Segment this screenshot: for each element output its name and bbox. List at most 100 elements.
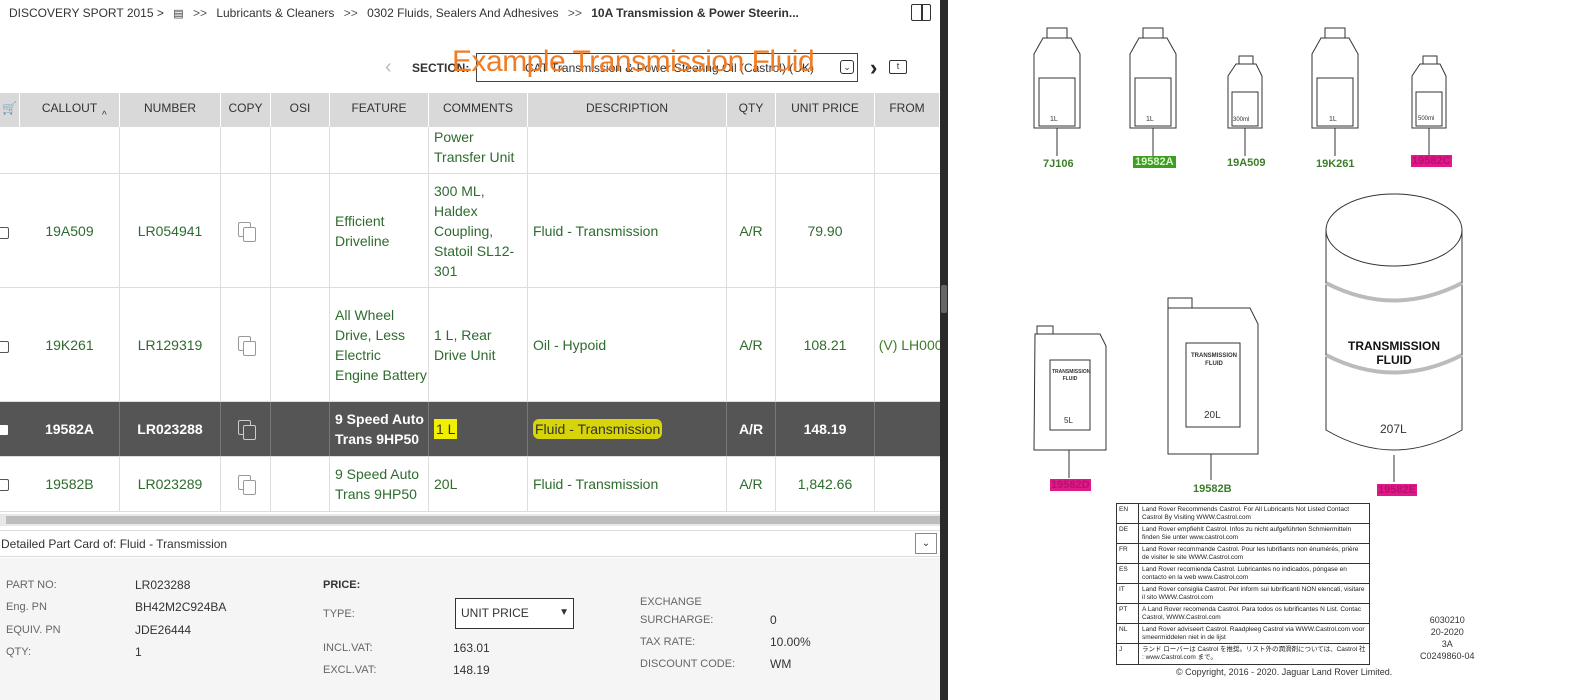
horizontal-scrollbar[interactable] <box>0 514 940 526</box>
table-row[interactable]: 19K261 LR129319 All Wheel Drive, Less El… <box>0 288 940 402</box>
cell-number[interactable]: LR023289 <box>120 457 221 511</box>
row-checkbox[interactable] <box>0 424 9 436</box>
cell-unit-price: 79.90 <box>776 174 875 287</box>
row-checkbox[interactable] <box>0 227 9 239</box>
breadcrumb-separator: >> <box>343 6 358 20</box>
splitter-handle[interactable] <box>941 285 947 313</box>
lang-text: Land Rover Recommends Castrol. For All L… <box>1142 506 1350 521</box>
breadcrumb: DISCOVERY SPORT 2015 > ▤ >> Lubricants &… <box>9 6 805 20</box>
cell-comments: 20L <box>429 457 528 511</box>
cell-callout[interactable]: 19582B <box>20 457 120 511</box>
copy-icon[interactable] <box>237 420 256 440</box>
prev-section-icon[interactable]: ‹ <box>385 56 392 79</box>
lang-text: A Land Rover recomenda Castrol. Para tod… <box>1142 606 1361 621</box>
qty-label: QTY: <box>6 646 32 658</box>
copy-icon[interactable] <box>237 335 256 356</box>
price-type-select[interactable]: UNIT PRICE ▼ <box>455 598 574 629</box>
bottle-label: 300ml <box>1233 117 1250 123</box>
bottle-label: 1L <box>1146 116 1154 123</box>
cell-number[interactable]: LR023288 <box>120 402 221 456</box>
lang-text: Land Rover empfiehlt Castrol. Infos zu n… <box>1142 526 1352 541</box>
next-section-icon[interactable]: › <box>870 55 877 81</box>
excl-vat-value: 148.19 <box>453 663 490 677</box>
cell-unit-price: 148.19 <box>776 402 875 456</box>
section-overlay-title: Example Transmission Fluid <box>452 45 815 78</box>
cell-comments: 1 L, Rear Drive Unit <box>429 288 528 401</box>
row-checkbox[interactable] <box>0 479 9 491</box>
row-checkbox[interactable] <box>0 341 9 353</box>
column-feature[interactable]: FEATURE <box>330 93 429 127</box>
lang-row: DE Land Rover empfiehlt Castrol. Infos zu… <box>1117 524 1369 544</box>
lang-text: Land Rover adviseert Castrol. Raadpleeg … <box>1142 626 1365 641</box>
breadcrumb-separator: >> <box>567 6 582 20</box>
table-row[interactable]: 19A509 LR054941 Efficient Driveline 300 … <box>0 174 940 288</box>
callout-19582b[interactable]: 19582B <box>1193 483 1232 495</box>
cell-callout[interactable]: 19K261 <box>20 288 120 401</box>
eng-pn-label: Eng. PN <box>6 601 47 613</box>
cell-callout[interactable]: 19A509 <box>20 174 120 287</box>
can-volume: 20L <box>1204 410 1221 421</box>
cell-number[interactable]: LR054941 <box>120 174 221 287</box>
cart-icon[interactable]: 🛒 <box>0 93 20 127</box>
column-osi[interactable]: OSI <box>271 93 330 127</box>
cell-description: Fluid - Transmission <box>528 174 727 287</box>
cell-number[interactable]: LR129319 <box>120 288 221 401</box>
cell-description: Fluid - Transmission <box>528 457 727 511</box>
breadcrumb-current: 10A Transmission & Power Steerin... <box>591 6 799 20</box>
folder-export-icon[interactable]: t <box>889 60 907 74</box>
document-icon[interactable]: ▤ <box>173 8 183 20</box>
chevron-down-icon[interactable]: ⌄ <box>915 533 937 554</box>
split-layout-icon[interactable] <box>911 4 931 21</box>
incl-vat-value: 163.01 <box>453 641 490 655</box>
surcharge-value: 0 <box>770 613 777 627</box>
copy-icon[interactable] <box>237 475 256 495</box>
type-label: TYPE: <box>323 608 355 620</box>
cell-unit-price: 1,842.66 <box>776 457 875 511</box>
breadcrumb-subgroup[interactable]: 0302 Fluids, Sealers And Adhesives <box>367 6 558 20</box>
column-qty[interactable]: QTY <box>727 93 776 127</box>
ref-line: 3A <box>1441 639 1453 649</box>
sort-ascending-icon[interactable]: ^ <box>102 110 107 121</box>
breadcrumb-group[interactable]: Lubricants & Cleaners <box>216 6 334 20</box>
incl-vat-label: INCL.VAT: <box>323 642 373 654</box>
bottle-label: 500ml <box>1418 116 1435 122</box>
breadcrumb-model[interactable]: DISCOVERY SPORT 2015 > <box>9 6 164 20</box>
cell-feature: All Wheel Drive, Less Electric Engine Ba… <box>330 288 429 401</box>
table-row[interactable]: Power Transfer Unit <box>0 127 940 174</box>
column-number[interactable]: NUMBER <box>120 93 221 127</box>
discount-code-label: DISCOUNT CODE: <box>640 658 736 670</box>
lang-code: J <box>1117 644 1139 664</box>
scrollbar-thumb[interactable] <box>6 516 940 524</box>
column-from[interactable]: FROM <box>875 93 940 127</box>
surcharge-label: SURCHARGE: <box>640 614 714 626</box>
callout-19582a[interactable]: 19582A <box>1133 156 1176 168</box>
equiv-pn-value: JDE26444 <box>135 623 192 637</box>
reference-codes: 6030210 20-2020 3A C0249860-04 <box>1420 614 1475 662</box>
column-unit-price[interactable]: UNIT PRICE <box>776 93 875 127</box>
callout-19582c[interactable]: 19582C <box>1411 155 1452 167</box>
copy-icon[interactable] <box>237 221 256 242</box>
column-description[interactable]: DESCRIPTION <box>528 93 727 127</box>
table-row[interactable]: 19582B LR023289 9 Speed Auto Trans 9HP50… <box>0 457 940 512</box>
lang-code: IT <box>1117 584 1139 603</box>
callout-7j106[interactable]: 7J106 <box>1043 158 1074 170</box>
callout-19k261[interactable]: 19K261 <box>1316 158 1355 170</box>
column-copy[interactable]: COPY <box>221 93 271 127</box>
callout-19582e[interactable]: 19582E <box>1377 484 1417 496</box>
cell-callout[interactable]: 19582A <box>20 402 120 456</box>
part-no-value: LR023288 <box>135 578 191 592</box>
table-row-selected[interactable]: 19582A LR023288 9 Speed Auto Trans 9HP50… <box>0 402 940 457</box>
panel-splitter[interactable] <box>940 0 948 700</box>
cell-qty: A/R <box>727 457 776 511</box>
callout-19582d[interactable]: 19582D <box>1050 479 1091 491</box>
lang-text: Land Rover recommande Castrol. Pour les … <box>1142 546 1359 561</box>
chevron-down-icon[interactable]: ⌄ <box>840 60 854 74</box>
ref-line: 20-2020 <box>1430 627 1464 637</box>
column-comments[interactable]: COMMENTS <box>429 93 528 127</box>
cell-from: (V) LH0000 <box>875 288 940 401</box>
chevron-down-icon: ▼ <box>559 607 569 618</box>
lang-code: PT <box>1117 604 1139 623</box>
callout-19a509[interactable]: 19A509 <box>1227 157 1266 169</box>
price-type-value: UNIT PRICE <box>461 606 529 620</box>
cell-comments: 1 L <box>434 419 458 439</box>
